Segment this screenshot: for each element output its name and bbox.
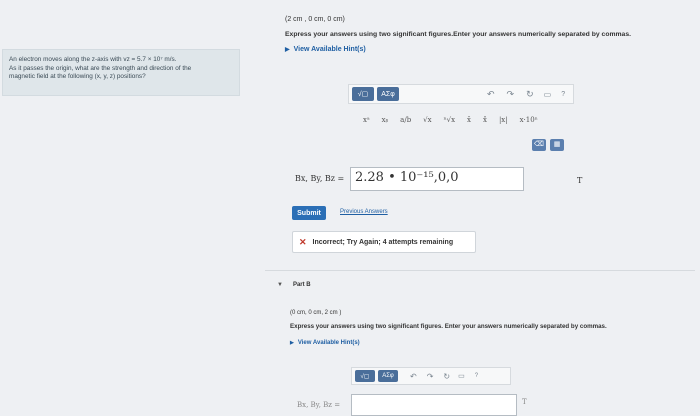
part-b-greek-symbols-button[interactable]: ΑΣφ xyxy=(378,370,398,382)
redo-icon[interactable]: ↷ xyxy=(507,89,515,100)
fraction-button[interactable]: a/b xyxy=(400,116,411,124)
reset-icon[interactable]: ↻ xyxy=(526,89,534,100)
part-a-unit: T xyxy=(577,176,583,185)
problem-line-2: As it passes the origin, what are the st… xyxy=(9,64,192,72)
divider xyxy=(265,270,695,271)
subscript-button[interactable]: xᵦ xyxy=(382,116,389,124)
part-b-answer-input[interactable] xyxy=(351,394,517,416)
part-b-answer-label: Bx, By, Bz = xyxy=(297,401,341,409)
part-b-header[interactable]: ▼ Part B xyxy=(277,282,311,288)
part-b-math-toolbar: √▢ ΑΣφ ↶ ↷ ↻ ▭ ? xyxy=(351,367,511,385)
part-b-redo-icon[interactable]: ↷ xyxy=(427,372,434,381)
part-b-instructions: Express your answers using two significa… xyxy=(290,323,607,330)
part-b-title: Part B xyxy=(292,282,311,288)
part-b-keyboard-icon[interactable]: ▭ xyxy=(458,372,465,380)
greek-symbols-button[interactable]: ΑΣφ xyxy=(377,87,399,101)
previous-answers-link[interactable]: Previous Answers xyxy=(340,209,388,215)
feedback-box: ✕ Incorrect; Try Again; 4 attempts remai… xyxy=(292,231,476,253)
part-b-unit: T xyxy=(522,398,527,406)
help-icon[interactable]: ? xyxy=(561,91,565,98)
hat-button[interactable]: x̂ xyxy=(483,116,487,124)
caret-right-icon: ▶ xyxy=(290,340,294,346)
superscript-button[interactable]: xᵃ xyxy=(363,116,370,124)
submit-button[interactable]: Submit xyxy=(292,206,326,220)
sqrt-button[interactable]: √x xyxy=(423,116,431,124)
calculator-icon[interactable]: ▦ xyxy=(550,139,564,151)
part-a-answer-label: Bx, By, Bz = xyxy=(295,174,345,183)
part-a-answer-input[interactable]: 2.28 • 10⁻¹⁵,0,0 xyxy=(350,167,524,191)
keyboard-icon[interactable]: ▭ xyxy=(544,90,552,99)
math-toolbar: √▢ ΑΣφ ↶ ↷ ↻ ▭ ? xyxy=(348,84,574,104)
part-b-reset-icon[interactable]: ↻ xyxy=(443,372,450,381)
part-a-hints-link[interactable]: ▶ View Available Hint(s) xyxy=(285,46,366,53)
caret-right-icon: ▶ xyxy=(285,47,290,53)
sci-notation-button[interactable]: x·10ⁿ xyxy=(520,116,538,124)
part-b-undo-icon[interactable]: ↶ xyxy=(410,372,417,381)
part-b-position: (0 cm, 0 cm, 2 cm ) xyxy=(290,310,342,316)
incorrect-icon: ✕ xyxy=(299,236,307,247)
part-a-instructions: Express your answers using two significa… xyxy=(285,31,632,38)
problem-line-1: An electron moves along the z-axis with … xyxy=(9,56,177,63)
part-b-hints-label: View Available Hint(s) xyxy=(297,340,360,346)
main-content: (2 cm , 0 cm, 0 cm) Express your answers… xyxy=(245,0,700,416)
nth-root-button[interactable]: ⁿ√x xyxy=(444,116,455,124)
problem-line-3: magnetic field at the following (x, y, z… xyxy=(9,73,146,80)
caret-down-icon: ▼ xyxy=(277,282,283,288)
part-a-position: (2 cm , 0 cm, 0 cm) xyxy=(285,16,345,23)
backspace-icon[interactable]: ⌫ xyxy=(532,139,546,151)
problem-statement: An electron moves along the z-axis with … xyxy=(2,49,240,96)
part-b-hints-link[interactable]: ▶ View Available Hint(s) xyxy=(290,340,360,346)
bar-button[interactable]: x̄ xyxy=(467,116,471,124)
template-button[interactable]: √▢ xyxy=(352,87,374,101)
part-a-hints-label: View Available Hint(s) xyxy=(293,46,366,53)
part-b-help-icon[interactable]: ? xyxy=(475,373,478,379)
symbols-row: xᵃ xᵦ a/b √x ⁿ√x x̄ x̂ |x| x·10ⁿ xyxy=(363,111,550,129)
part-a-answer-value: 2.28 • 10⁻¹⁵,0,0 xyxy=(355,170,459,185)
abs-button[interactable]: |x| xyxy=(499,116,508,124)
feedback-text: Incorrect; Try Again; 4 attempts remaini… xyxy=(312,238,454,246)
part-b-template-button[interactable]: √▢ xyxy=(355,370,375,382)
undo-icon[interactable]: ↶ xyxy=(487,89,495,100)
